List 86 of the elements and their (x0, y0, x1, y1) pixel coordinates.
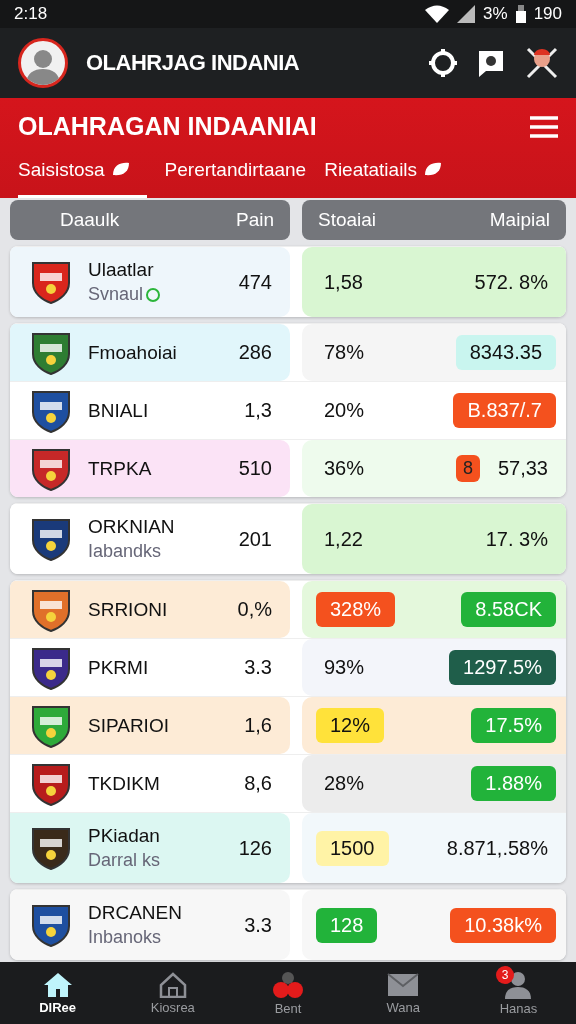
nav-item[interactable]: DlRee (0, 962, 116, 1024)
percent-value: B.837/.7 (453, 393, 556, 428)
nav-item[interactable]: Hanas 3 (460, 962, 576, 1024)
team-panel[interactable]: TRPKA 510 (10, 440, 290, 497)
team-name: Fmoahoiai (88, 341, 178, 364)
team-panel[interactable]: Ulaatlar Svnaul 474 (10, 247, 290, 317)
points-value: 3.3 (244, 656, 272, 679)
column-header: Maipial (489, 209, 550, 231)
team-name: TKDIKM (88, 772, 161, 795)
team-subtitle: Inbanoks (88, 927, 163, 948)
stat-value: 328% (316, 592, 396, 627)
envelope-icon (387, 971, 420, 998)
tab[interactable]: Perertandirtaane (164, 151, 307, 198)
points-value: 474 (238, 270, 272, 294)
battery-percent: 3% (483, 4, 508, 24)
percent-value: 8.871,.58% (445, 836, 549, 860)
points-value: 8,6 (244, 772, 272, 795)
percent-value: 1.88% (471, 766, 556, 801)
percent-value: 10.38k% (450, 907, 556, 943)
team-name: ORKNIAN (88, 516, 176, 538)
column-header: Daaulk (60, 209, 120, 231)
stat-value: 36% (323, 457, 366, 480)
points-value: 1,3 (244, 399, 272, 422)
points-value: 1,6 (244, 714, 272, 737)
stat-value: 1500 (316, 830, 389, 866)
avatar[interactable] (18, 38, 68, 88)
status-text: 190 (533, 4, 562, 24)
team-panel[interactable]: DRCANEN Inbanoks 3.3 (10, 890, 290, 960)
stat-value: 93% (323, 656, 366, 679)
points-value: 286 (238, 341, 272, 364)
column-header: Stoaiai (318, 209, 377, 231)
stat-value: 20% (323, 399, 366, 422)
stat-value: 28% (323, 772, 366, 795)
nav-item[interactable]: Wana (345, 962, 461, 1024)
team-name: DRCANEN (88, 902, 183, 924)
stat-value: 78% (323, 341, 366, 364)
app-title: OLAHRJAG INDANIA (86, 50, 300, 76)
chat-icon[interactable] (476, 48, 506, 78)
notification-badge: 3 (496, 966, 514, 984)
percent-value: 572. 8% (473, 270, 549, 294)
points-value: 201 (238, 527, 272, 551)
mascot-icon[interactable] (524, 45, 560, 81)
stat-value: 12% (316, 708, 385, 743)
team-name: TRPKA (88, 457, 153, 480)
rank-badge: 8 (455, 455, 480, 482)
team-panel[interactable]: PKiadan Darral ks 126 (10, 813, 290, 883)
settings-icon[interactable] (428, 48, 458, 78)
percent-value: 8343.35 (455, 335, 556, 370)
dots-icon (271, 970, 305, 999)
percent-value: 17. 3% (484, 527, 549, 551)
status-time: 2:18 (14, 4, 48, 24)
team-subtitle: Darral ks (88, 850, 161, 871)
stat-value: 1,58 (323, 270, 364, 294)
team-name: PKRMI (88, 656, 150, 679)
team-panel[interactable]: Fmoahoiai 286 (10, 324, 290, 381)
home-icon (42, 971, 73, 998)
team-name: SIPARIOI (88, 714, 170, 737)
menu-icon[interactable] (530, 115, 558, 138)
header-title: OLAHRAGAN INDAANIAI (18, 112, 317, 141)
wifi-icon (425, 5, 450, 23)
battery-icon (515, 5, 526, 23)
column-header: Pain (235, 209, 274, 231)
nav-item[interactable]: Bent (230, 962, 346, 1024)
person-icon (503, 970, 534, 999)
team-subtitle: Iabandks (88, 541, 163, 562)
team-panel[interactable]: SIPARIOI 1,6 (10, 697, 290, 754)
team-name: PKiadan (88, 825, 161, 847)
team-panel[interactable]: SRRIONI 0,% (10, 581, 290, 638)
home-outline-icon (157, 971, 188, 998)
points-value: 3.3 (244, 913, 272, 937)
team-subtitle: Svnaul (88, 284, 239, 305)
signal-icon (457, 5, 476, 23)
stat-value: 128 (316, 907, 378, 943)
points-value: 126 (238, 836, 272, 860)
team-name: Ulaatlar (88, 259, 155, 281)
stat-value: 1,22 (323, 527, 364, 551)
percent-value: 1297.5% (449, 650, 556, 685)
percent-value: 17.5% (471, 708, 556, 743)
percent-value: 57,33 (496, 457, 549, 480)
tab[interactable]: Rieatatiails (324, 151, 444, 198)
points-value: 510 (238, 457, 272, 480)
team-name: SRRIONI (88, 598, 169, 621)
team-name: BNIALI (88, 399, 150, 422)
nav-item[interactable]: Kiosrea (115, 962, 231, 1024)
percent-value: 8.58CK (461, 592, 556, 627)
points-value: 0,% (237, 598, 272, 621)
